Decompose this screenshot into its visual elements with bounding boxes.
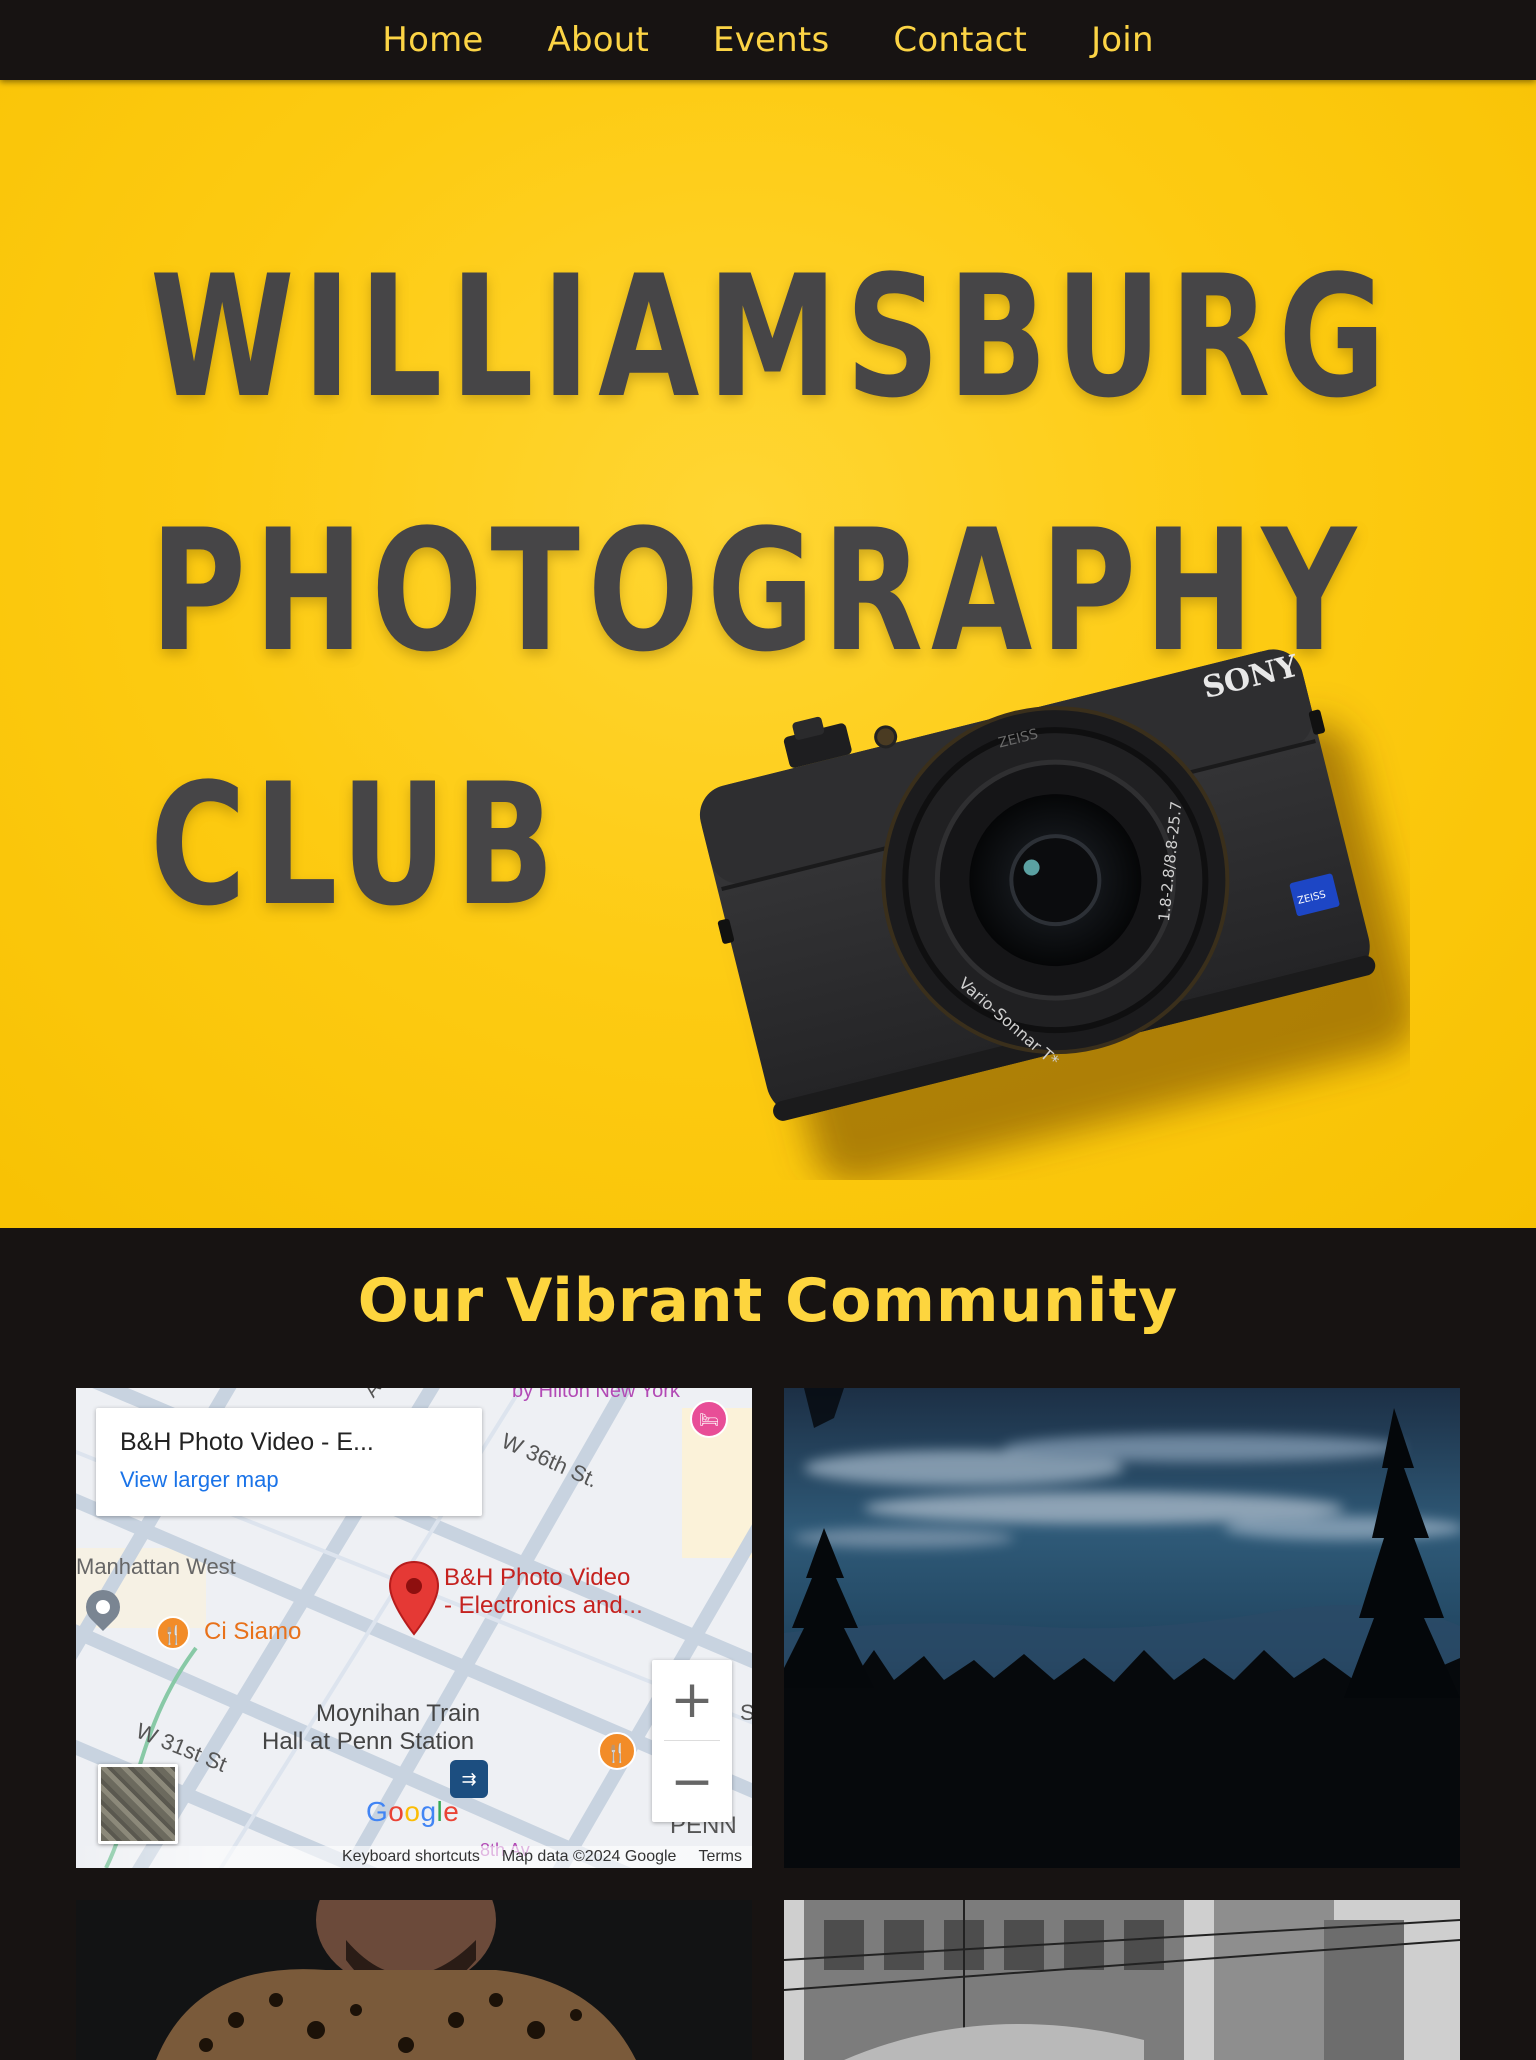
hero-section: WILLIAMSBURG PHOTOGRAPHY CLUB SONY Vario… (0, 80, 1536, 1228)
community-title: Our Vibrant Community (357, 1266, 1179, 1336)
map-data-attribution: Map data ©2024 Google (501, 1848, 677, 1865)
map-pin-label-line2: - Electronics and... (444, 1592, 643, 1619)
train-station-icon[interactable]: ⇉ (450, 1760, 488, 1798)
portrait-photo-illustration (76, 1900, 752, 2060)
restaurant-icon-2[interactable]: 🍴 (598, 1732, 636, 1770)
view-larger-map-link[interactable]: View larger map (120, 1467, 458, 1493)
map-pin-label-line1: B&H Photo Video (444, 1564, 631, 1591)
embedded-map[interactable]: by Hilton New York W 36th St. Av Manhatt… (76, 1388, 752, 1868)
map-terms-link[interactable]: Terms (698, 1848, 742, 1866)
keyboard-shortcuts-link[interactable]: Keyboard shortcuts (342, 1848, 480, 1866)
map-label-s: S (740, 1700, 752, 1725)
map-label-hotel: by Hilton New York (512, 1388, 680, 1402)
location-pin-icon[interactable] (388, 1560, 440, 1636)
map-label-ci-siamo: Ci Siamo (204, 1618, 302, 1645)
camera-illustration: SONY Vario-Sonnar T* 1.8-2.8/8.8-25.7 ZE… (699, 649, 1418, 1185)
map-footer: Keyboard shortcuts Map data ©2024 Google… (76, 1846, 752, 1868)
street-photo (784, 1900, 1460, 2060)
map-label-moynihan-2: Hall at Penn Station (262, 1728, 475, 1755)
street-photo-illustration (784, 1900, 1460, 2060)
nav-join-link[interactable]: Join (1091, 20, 1154, 60)
zoom-divider (664, 1740, 720, 1741)
hotel-icon[interactable]: 🛏 (690, 1400, 728, 1438)
forest-sunset-photo (784, 1388, 1460, 1868)
zoom-in-button[interactable]: + (652, 1660, 732, 1740)
forest-photo-illustration (784, 1388, 1460, 1868)
map-place-name: B&H Photo Video - E... (120, 1428, 374, 1456)
map-zoom-controls: + − (652, 1660, 732, 1822)
map-label-moynihan-1: Moynihan Train (316, 1700, 481, 1727)
nav-about-link[interactable]: About (548, 20, 650, 60)
nav-events-link[interactable]: Events (713, 20, 829, 60)
main-nav: Home About Events Contact Join (0, 0, 1536, 80)
google-logo: Google (366, 1796, 460, 1827)
hero-title-line-1: WILLIAMSBURG (150, 239, 1394, 435)
restaurant-icon[interactable]: 🍴 (156, 1616, 190, 1650)
map-place-card: B&H Photo Video - E... View larger map (96, 1408, 482, 1516)
community-section: Our Vibrant Community by Hilton New York… (0, 1228, 1536, 2060)
nav-contact-link[interactable]: Contact (893, 20, 1027, 60)
satellite-toggle[interactable] (98, 1764, 178, 1844)
map-label-manhattan-west: Manhattan West (76, 1554, 236, 1579)
nav-home-link[interactable]: Home (382, 20, 483, 60)
zoom-out-button[interactable]: − (652, 1742, 732, 1822)
camera-photo: SONY Vario-Sonnar T* 1.8-2.8/8.8-25.7 ZE… (690, 620, 1418, 1185)
portrait-photo (76, 1900, 752, 2060)
